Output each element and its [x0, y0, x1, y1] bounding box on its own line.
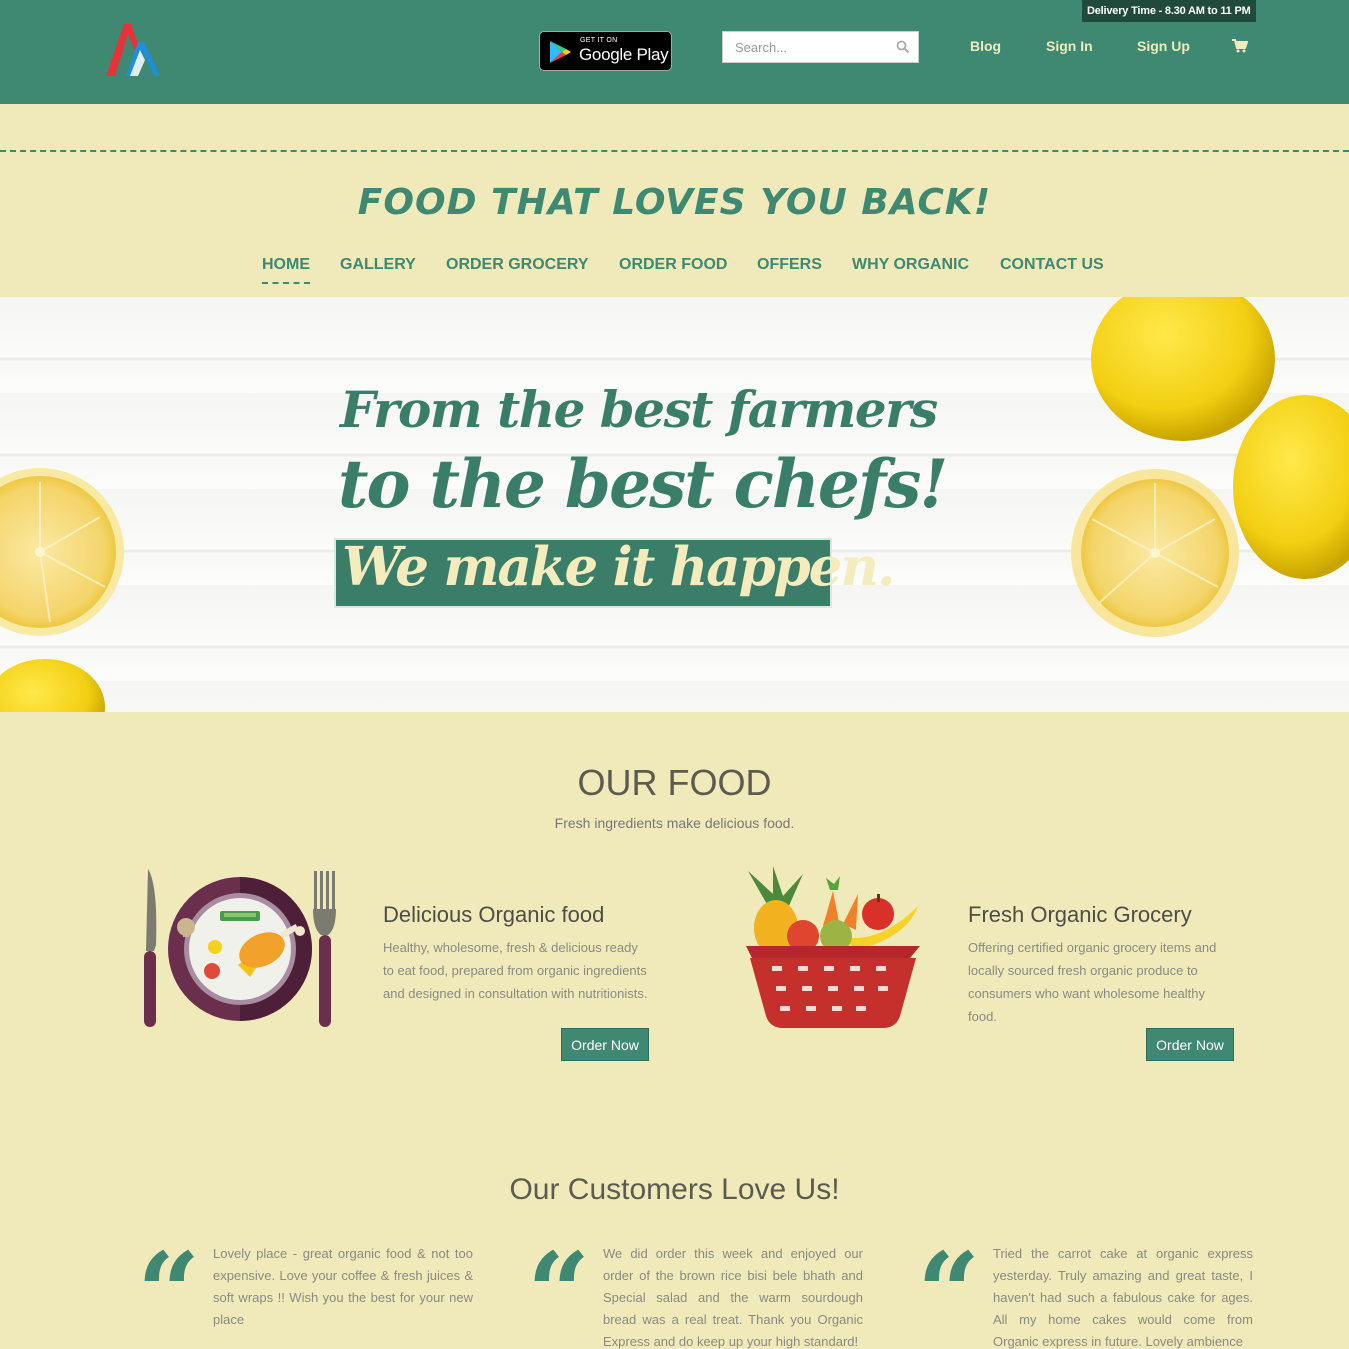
nav-order-grocery[interactable]: ORDER GROCERY: [446, 256, 589, 274]
sign-in-link[interactable]: Sign In: [1046, 38, 1093, 54]
blog-link[interactable]: Blog: [970, 38, 1001, 54]
nav-contact-us[interactable]: CONTACT US: [1000, 256, 1104, 274]
plate-cutlery-icon: [144, 869, 336, 1027]
google-play-badge[interactable]: GET IT ON Google Play: [539, 31, 672, 71]
hero-headline-1: From the best farmers: [340, 380, 938, 439]
nav-order-food[interactable]: ORDER FOOD: [619, 256, 727, 274]
customer-review-3: Tried the carrot cake at organic express…: [993, 1246, 1253, 1349]
card-title-organic-food: Delicious Organic food: [383, 902, 605, 927]
brand-logo[interactable]: [104, 20, 164, 80]
customer-review-2: We did order this week and enjoyed our o…: [603, 1246, 863, 1349]
google-play-big-text: Google Play: [579, 45, 669, 64]
card-text-organic-grocery: Offering certified organic grocery items…: [968, 940, 1217, 1024]
quote-mark-icon: “: [917, 1228, 981, 1349]
search-input[interactable]: [735, 32, 895, 62]
order-now-food-button[interactable]: Order Now: [561, 1028, 649, 1061]
our-food-subtitle: Fresh ingredients make delicious food.: [554, 815, 795, 831]
fruit-basket-icon: [746, 866, 920, 1028]
google-play-icon: [550, 41, 571, 63]
our-food-title: OUR FOOD: [577, 762, 772, 803]
delivery-time-badge: Delivery Time - 8.30 AM to 11 PM: [1082, 0, 1256, 22]
customer-review-1: Lovely place - great organic food & not …: [213, 1246, 473, 1327]
google-play-small-text: GET IT ON: [580, 37, 618, 44]
order-now-grocery-button[interactable]: Order Now: [1146, 1028, 1234, 1061]
card-text-organic-food: Healthy, wholesome, fresh & delicious re…: [383, 940, 648, 1001]
magnifier-icon[interactable]: [896, 40, 910, 54]
top-header: Delivery Time - 8.30 AM to 11 PM GET IT …: [0, 0, 1349, 104]
shopping-cart-icon[interactable]: [1232, 39, 1248, 53]
quote-mark-icon: “: [137, 1228, 201, 1349]
hero-headline-2: to the best chefs!: [338, 445, 948, 523]
nav-offers[interactable]: OFFERS: [757, 256, 822, 274]
sign-up-link[interactable]: Sign Up: [1137, 38, 1190, 54]
site-tagline: FOOD THAT LOVES YOU BACK!: [357, 182, 992, 223]
card-title-organic-grocery: Fresh Organic Grocery: [968, 902, 1192, 927]
quote-mark-icon: “: [527, 1228, 591, 1349]
nav-why-organic[interactable]: WHY ORGANIC: [852, 256, 969, 274]
search-box: [722, 31, 919, 63]
customers-title: Our Customers Love Us!: [509, 1173, 840, 1206]
hero-headline-3: We make it happen.: [342, 536, 895, 598]
nav-gallery[interactable]: GALLERY: [340, 256, 416, 274]
dashed-divider: [0, 150, 1349, 152]
nav-home[interactable]: HOME: [262, 256, 310, 284]
